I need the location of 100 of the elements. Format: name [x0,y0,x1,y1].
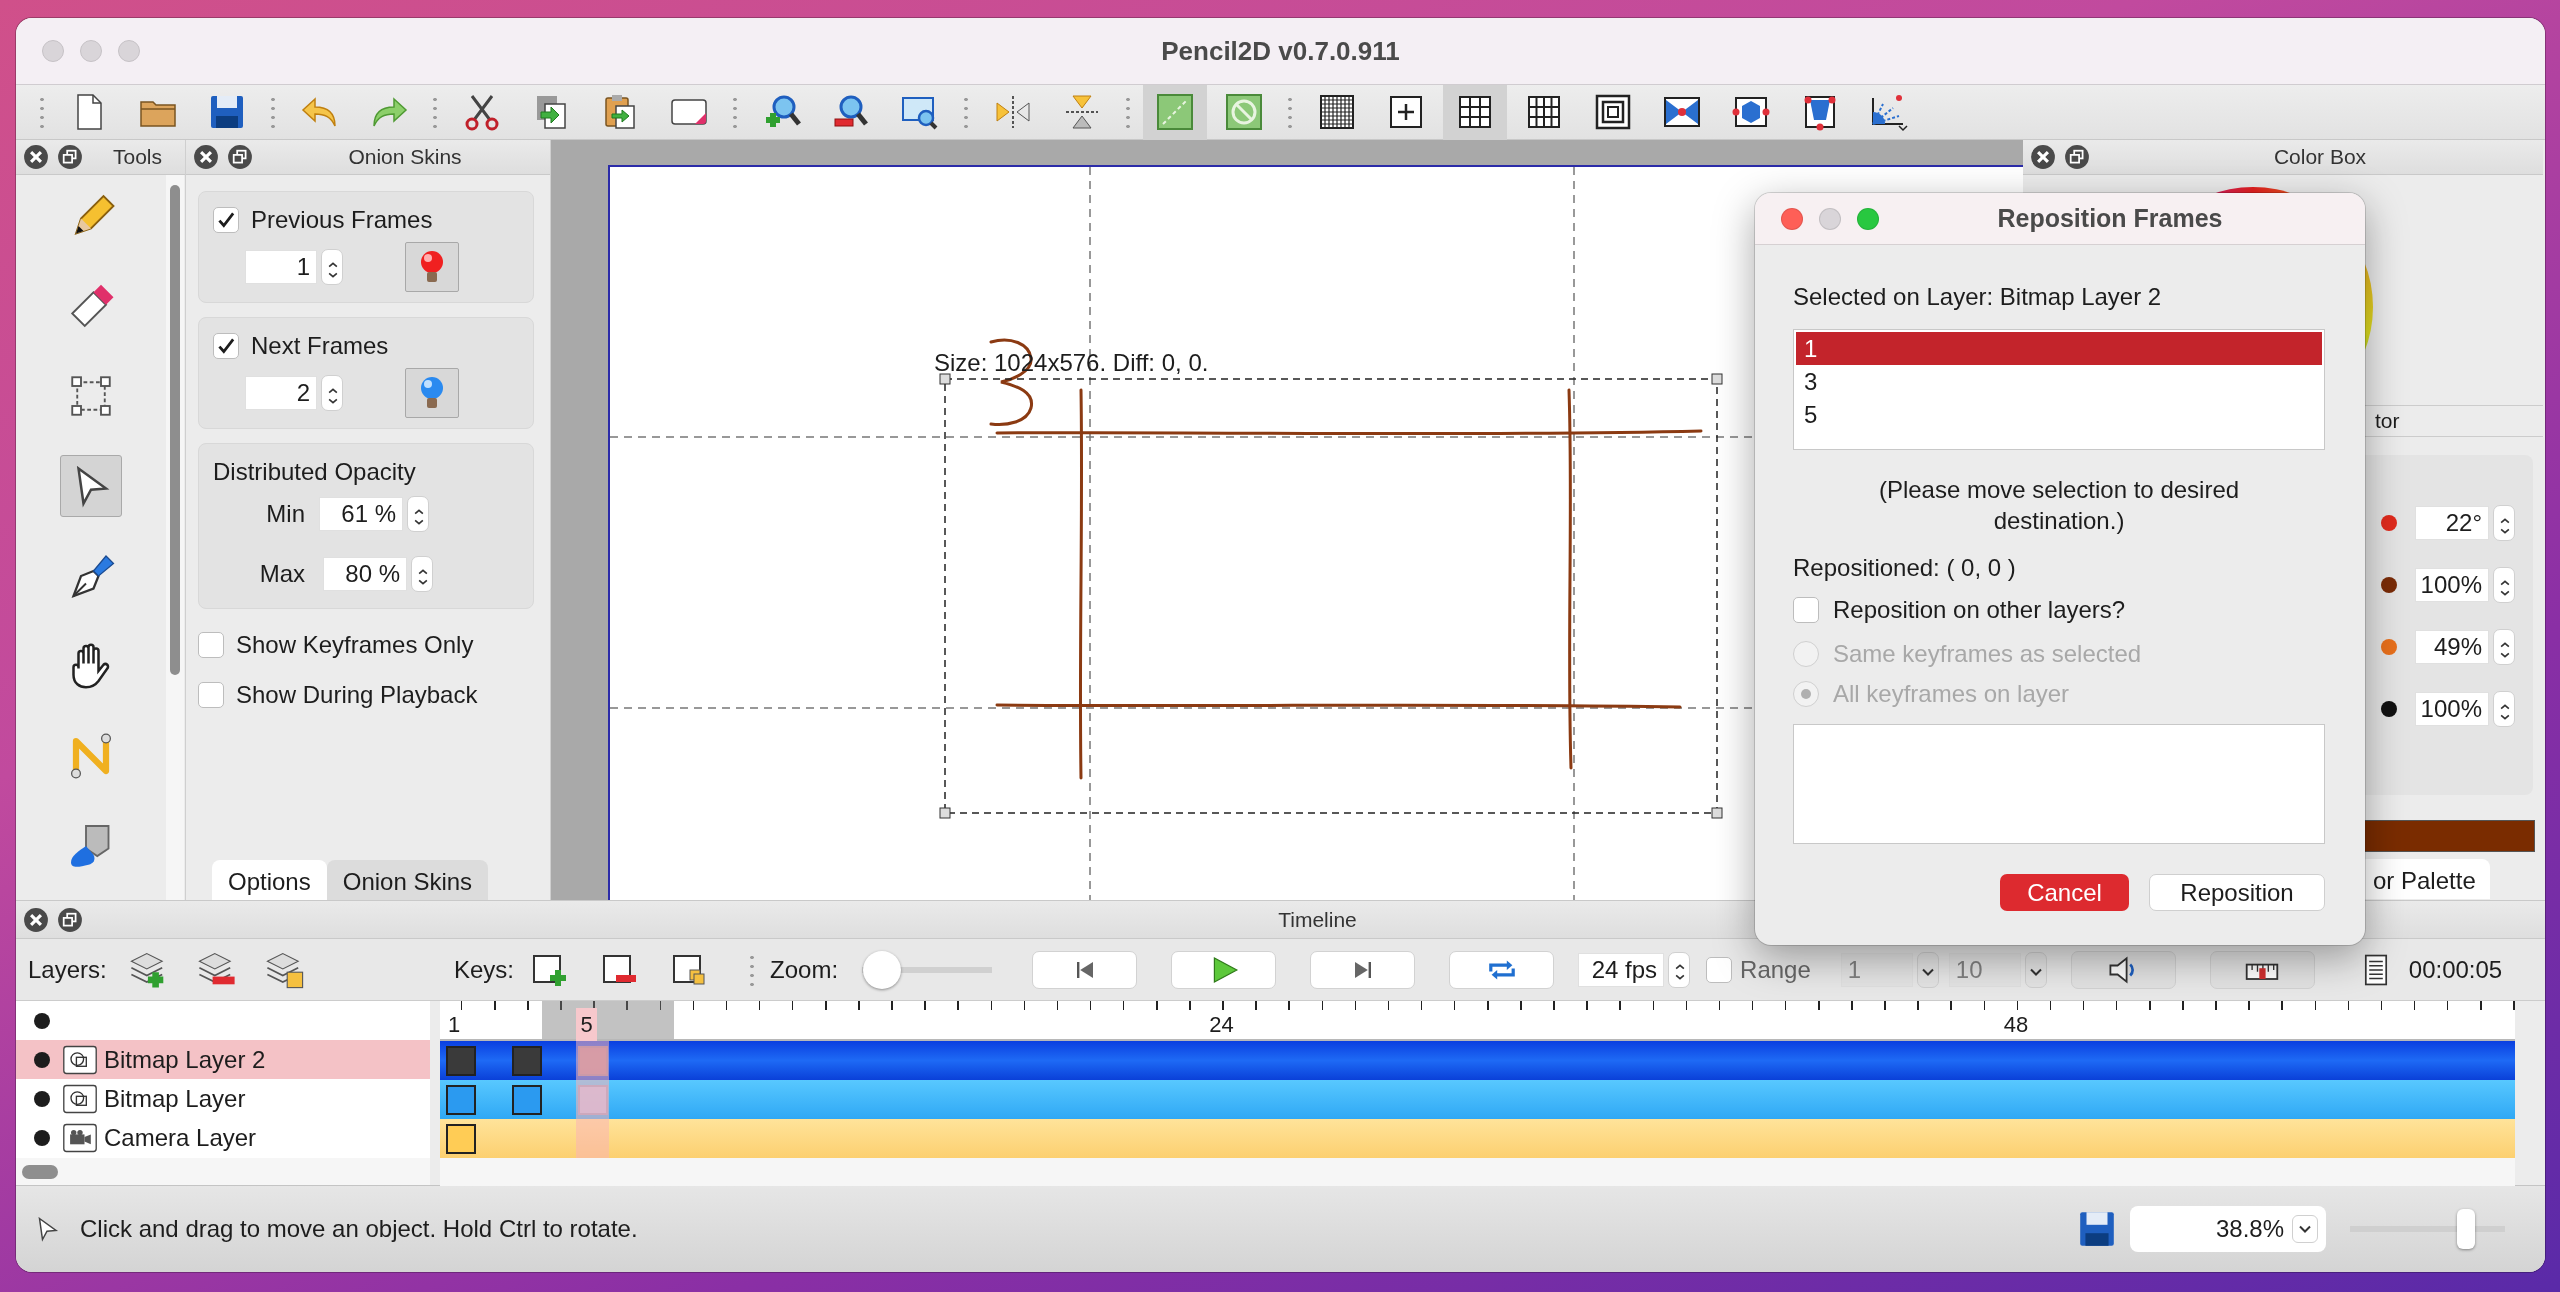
spin-arrows[interactable] [411,556,433,592]
skip-back-button[interactable] [1032,950,1138,989]
number-field[interactable]: 100% [2415,568,2489,602]
visibility-dot[interactable] [34,1012,50,1029]
status-message: Click and drag to move an object. Hold Ctrl to rotate. [80,1214,638,1244]
panel-tab[interactable]: Options [212,860,327,900]
checkbox[interactable] [1793,597,1819,624]
layer-label: Selected on Layer: Bitmap Layer 2 [1793,282,2163,312]
keyframe[interactable] [446,1084,476,1115]
spin-arrows[interactable] [2493,691,2515,727]
spin-arrows[interactable] [321,249,343,285]
panel-title: tor [2375,408,2400,435]
layer-track[interactable] [440,1080,2515,1119]
keyframe[interactable] [446,1123,476,1154]
skip-forward-button[interactable] [1310,950,1416,989]
cancel-button[interactable]: Cancel [2000,874,2129,912]
radio-label: Same keyframes as selected [1833,639,2142,670]
frame-number: 24 [1208,1011,1235,1039]
checkbox[interactable] [198,632,224,658]
list-item[interactable]: 3 [1796,365,2322,398]
close-button[interactable] [22,143,50,171]
close-icon [22,143,50,171]
visibility-dot[interactable] [34,1051,50,1068]
radio-label: All keyframes on layer [1833,679,2070,710]
number-field[interactable]: 22° [2415,506,2489,540]
list-item[interactable]: 5 [1796,398,2322,431]
loop-arrows-button[interactable] [1449,950,1555,989]
number-field[interactable]: 2 [245,376,317,410]
panel-title: Onion Skins [348,144,462,171]
restore-button[interactable] [226,143,254,171]
spin-arrows[interactable] [1668,951,1691,988]
reposition-button[interactable]: Reposition [2149,874,2325,912]
close-button[interactable] [22,905,50,934]
restore-button[interactable] [2063,143,2091,171]
visibility-dot[interactable] [34,1090,50,1107]
time-display: 00:00:05 [2408,954,2503,985]
layer-track[interactable] [440,1119,2515,1158]
restore-icon [226,143,254,171]
checkbox-label: Show Keyframes Only [236,630,474,660]
diagonal-square-button[interactable] [1142,84,1207,140]
scrollbar-thumb[interactable] [22,1165,58,1179]
number-field[interactable]: 49% [2415,630,2489,664]
list-item[interactable]: 1 [1796,332,2322,365]
diagonal-square-icon [1154,92,1195,132]
layer-row[interactable]: Bitmap Layer [16,1079,430,1118]
frame-list[interactable]: 1 3 5 [1793,329,2325,450]
pointer-tool[interactable] [60,455,122,517]
spin-arrows[interactable] [2493,567,2515,603]
speaker-button[interactable] [2070,950,2176,989]
panel-tab[interactable]: Onion Skins [326,860,489,900]
scrollbar-thumb[interactable] [170,185,180,675]
ruler-button[interactable] [2209,950,2315,989]
layer-row[interactable]: Bitmap Layer 2 [16,1040,430,1079]
restore-icon [56,905,84,934]
frame-number: 5 [576,1008,597,1041]
color-button[interactable] [405,242,459,292]
chevron-button[interactable] [1916,951,1939,988]
color-button[interactable] [405,368,459,418]
field-label: Min [265,499,305,529]
checkbox[interactable] [213,207,239,233]
close-button[interactable] [192,143,220,171]
spin-arrows[interactable] [321,375,343,411]
repositioned-text: Repositioned: ( 0, 0 ) [1793,553,2017,584]
spin-arrows[interactable] [2493,505,2515,541]
restore-button[interactable] [56,143,84,171]
chevron-button[interactable] [2292,1215,2318,1243]
frame-ruler[interactable]: 1 5 24 48 [440,1001,2515,1041]
visibility-dot[interactable] [34,1129,50,1146]
play-button[interactable] [1171,950,1277,989]
spin-arrows[interactable] [407,496,429,532]
close-icon [22,905,50,934]
spin-arrows[interactable] [2493,629,2515,665]
keyframe[interactable] [512,1084,543,1115]
instruction-text: (Please move selection to desired destination.) [1877,475,2241,537]
range-label: Range [1740,954,1811,985]
zoom-combo[interactable]: 38.8% [2130,1206,2326,1252]
slider-thumb[interactable] [2457,1209,2475,1249]
close-icon [2029,143,2057,171]
checkbox[interactable] [213,333,239,359]
panel-title: Timeline [1278,906,1357,933]
fps-field[interactable]: 24 fps [1578,952,1665,987]
restore-icon [2063,143,2091,171]
number-field[interactable]: 1 [245,250,317,284]
number-field[interactable]: 100% [2415,692,2489,726]
chevron-button[interactable] [2024,951,2047,988]
frame-number: 1 [447,1011,462,1039]
number-field[interactable]: 80 % [323,557,407,591]
keys-label: Keys: [454,954,515,985]
checkbox[interactable] [198,682,224,708]
number-field[interactable]: 61 % [319,497,403,531]
checkbox[interactable] [1706,956,1733,983]
layer-name: Bitmap Layer [104,1083,246,1114]
layer-row[interactable]: Camera Layer [16,1118,430,1157]
dialog-title: Reposition Frames [1996,202,2224,234]
restore-button[interactable] [56,905,84,934]
group-title: Distributed Opacity [213,457,417,487]
grid-button[interactable] [1442,84,1507,140]
slider-thumb[interactable] [863,950,902,989]
close-button[interactable] [2029,143,2057,171]
selection-box[interactable] [939,373,1723,819]
